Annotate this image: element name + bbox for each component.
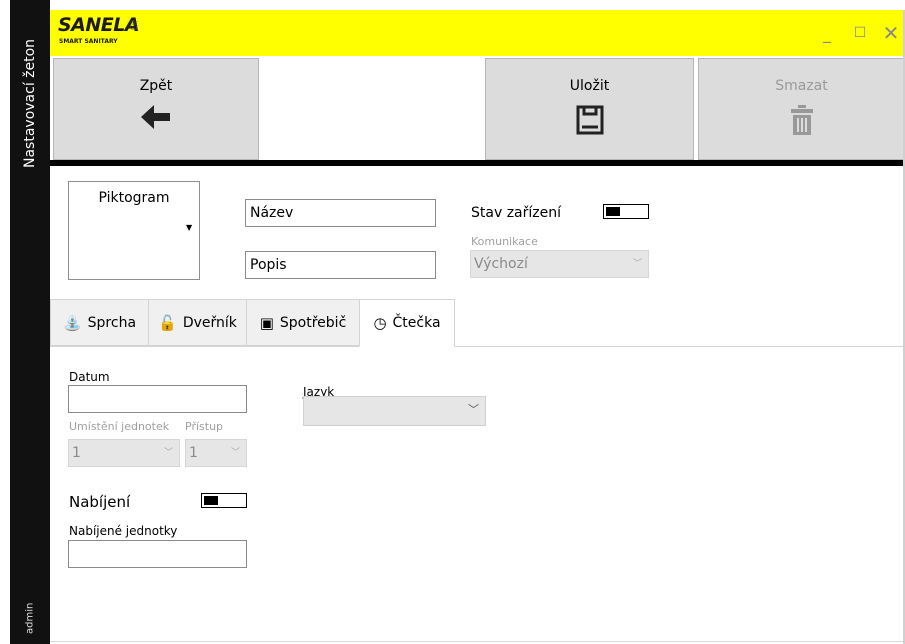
save-button[interactable]: Uložit: [485, 58, 694, 160]
floppy-disk-icon: [486, 105, 693, 145]
chevron-down-icon: ﹀: [163, 448, 173, 458]
access-label: Přístup: [185, 420, 224, 433]
charging-label: Nabíjení: [69, 493, 131, 511]
toggle-knob: [606, 207, 620, 216]
unlock-icon: 🔓: [158, 313, 177, 332]
tab-label: Sprcha: [87, 314, 137, 331]
appliance-icon: ▣: [259, 313, 274, 332]
shower-icon: ⛲: [62, 313, 82, 332]
reader-icon: ◷: [373, 314, 387, 332]
back-button[interactable]: Zpět: [53, 58, 259, 160]
charged-units-field[interactable]: [68, 540, 247, 568]
title-bar: SANELA SMART SANITARY ☃ _ ☐ ✕: [50, 10, 905, 56]
tab-label: Spotřebič: [279, 314, 347, 331]
charging-toggle[interactable]: [201, 493, 247, 508]
access-value: 1: [189, 445, 198, 461]
tab-strip-border: [50, 346, 905, 347]
side-panel: Nastavovací žeton admin: [10, 0, 50, 644]
description-field[interactable]: Popis: [245, 251, 436, 279]
pictogram-selector[interactable]: Piktogram ▼: [68, 181, 200, 280]
communication-value: Výchozí: [474, 256, 528, 272]
caret-down-icon: ▼: [186, 223, 193, 232]
delete-button[interactable]: Smazat: [698, 58, 905, 160]
toggle-knob: [204, 496, 218, 505]
chevron-down-icon: ﹀: [632, 259, 642, 269]
trash-icon: [699, 105, 904, 145]
unit-location-label: Umístění jednotek: [69, 420, 170, 433]
close-icon[interactable]: ✕: [876, 20, 905, 46]
delete-button-label: Smazat: [775, 78, 828, 94]
communication-select[interactable]: Výchozí ﹀: [470, 250, 649, 278]
device-state-label: Stav zařízení: [471, 205, 561, 221]
unit-location-select[interactable]: 1 ﹀: [68, 439, 180, 467]
back-button-label: Zpět: [139, 78, 173, 94]
current-user-label: admin: [24, 602, 36, 634]
date-label: Datum: [69, 370, 110, 384]
access-select[interactable]: 1 ﹀: [185, 439, 247, 467]
tab-door-opener[interactable]: 🔓 Dveřník: [148, 299, 247, 346]
logo-subtitle: SMART SANITARY: [59, 38, 118, 45]
toolbar-divider: [50, 160, 905, 166]
side-panel-title: Nastavovací žeton: [22, 38, 38, 168]
save-button-label: Uložit: [569, 78, 610, 94]
bottom-border: [50, 641, 905, 642]
chevron-down-icon: ﹀: [468, 403, 479, 416]
tab-reader[interactable]: ◷ Čtečka: [359, 299, 455, 347]
maximize-icon[interactable]: ☐: [845, 20, 875, 46]
charged-units-label: Nabíjené jednotky: [69, 524, 178, 538]
mascot-icon: ☃: [126, 16, 140, 34]
device-state-toggle[interactable]: [603, 204, 649, 219]
arrow-left-icon: [54, 105, 258, 145]
chevron-down-icon: ﹀: [230, 448, 240, 458]
communication-label: Komunikace: [471, 235, 538, 248]
unit-location-value: 1: [72, 445, 81, 461]
language-select[interactable]: ﹀: [303, 396, 486, 426]
tab-label: Dveřník: [182, 314, 237, 331]
pictogram-label: Piktogram: [98, 190, 170, 206]
date-field[interactable]: [68, 385, 247, 413]
minimize-icon[interactable]: _: [812, 20, 842, 46]
tab-appliance[interactable]: ▣ Spotřebič: [246, 299, 360, 346]
name-field[interactable]: Název: [245, 199, 436, 227]
tab-label: Čtečka: [392, 315, 441, 331]
sanela-logo: SANELA SMART SANITARY ☃: [58, 14, 140, 45]
tab-shower[interactable]: ⛲ Sprcha: [50, 299, 149, 346]
